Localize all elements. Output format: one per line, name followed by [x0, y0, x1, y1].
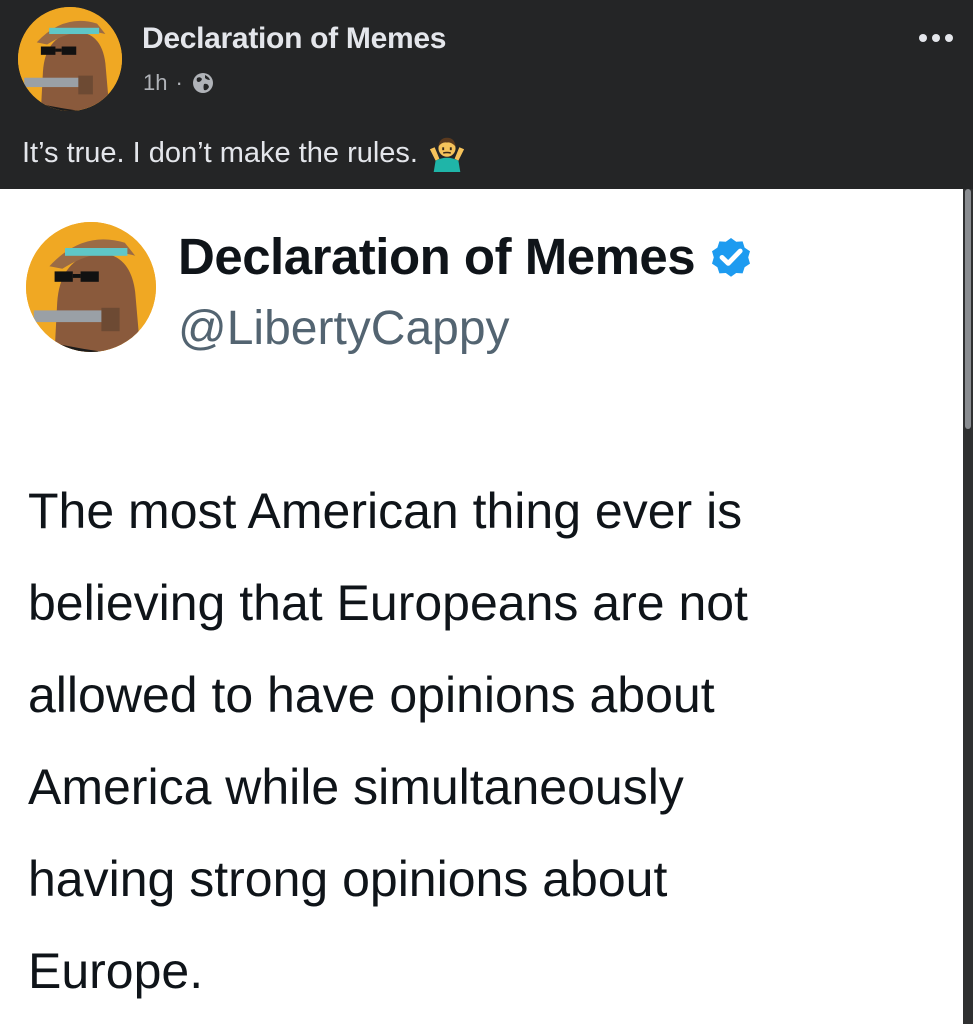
- tweet-text-line: allowed to have opinions about: [28, 667, 715, 723]
- person-shrugging-emoji: [429, 137, 465, 172]
- scrollbar-thumb[interactable]: [965, 189, 971, 429]
- more-dot: [945, 34, 953, 42]
- more-options-icon[interactable]: [912, 26, 960, 50]
- tweet-display-name: Declaration of Memes: [178, 227, 755, 286]
- meta-separator: ·: [175, 70, 183, 95]
- tweet-text-line: Europe.: [28, 943, 204, 999]
- verified-badge-icon: [712, 237, 751, 277]
- post-caption: It’s true. I don’t make the rules.: [22, 134, 466, 172]
- tweet-text-line: believing that Europeans are not: [28, 575, 748, 631]
- tweet-image[interactable]: Declaration of Memes @LibertyCappy The m…: [0, 189, 963, 1024]
- capybara-avatar-image: [18, 7, 122, 111]
- tweet-handle: @LibertyCappy: [178, 302, 510, 355]
- caption-text: It’s true. I don’t make the rules.: [22, 136, 418, 169]
- post-header: Declaration of Memes 1h · It’s true. I d…: [0, 0, 973, 189]
- more-dot: [919, 34, 927, 42]
- page-name-link[interactable]: Declaration of Memes: [142, 22, 446, 56]
- tweet-avatar: [26, 222, 156, 352]
- post-timestamp[interactable]: 1h: [143, 70, 167, 96]
- globe-icon[interactable]: [191, 71, 215, 95]
- capybara-avatar-image: [26, 222, 156, 352]
- post-meta: 1h ·: [143, 68, 215, 98]
- tweet-text: The most American thing ever is believin…: [28, 465, 963, 1017]
- tweet-display-name-text: Declaration of Memes: [178, 228, 696, 285]
- tweet-text-line: America while simultaneously: [28, 759, 684, 815]
- more-dot: [932, 34, 940, 42]
- page-avatar[interactable]: [18, 7, 122, 111]
- tweet-text-line: having strong opinions about: [28, 851, 668, 907]
- tweet-text-line: The most American thing ever is: [28, 483, 743, 539]
